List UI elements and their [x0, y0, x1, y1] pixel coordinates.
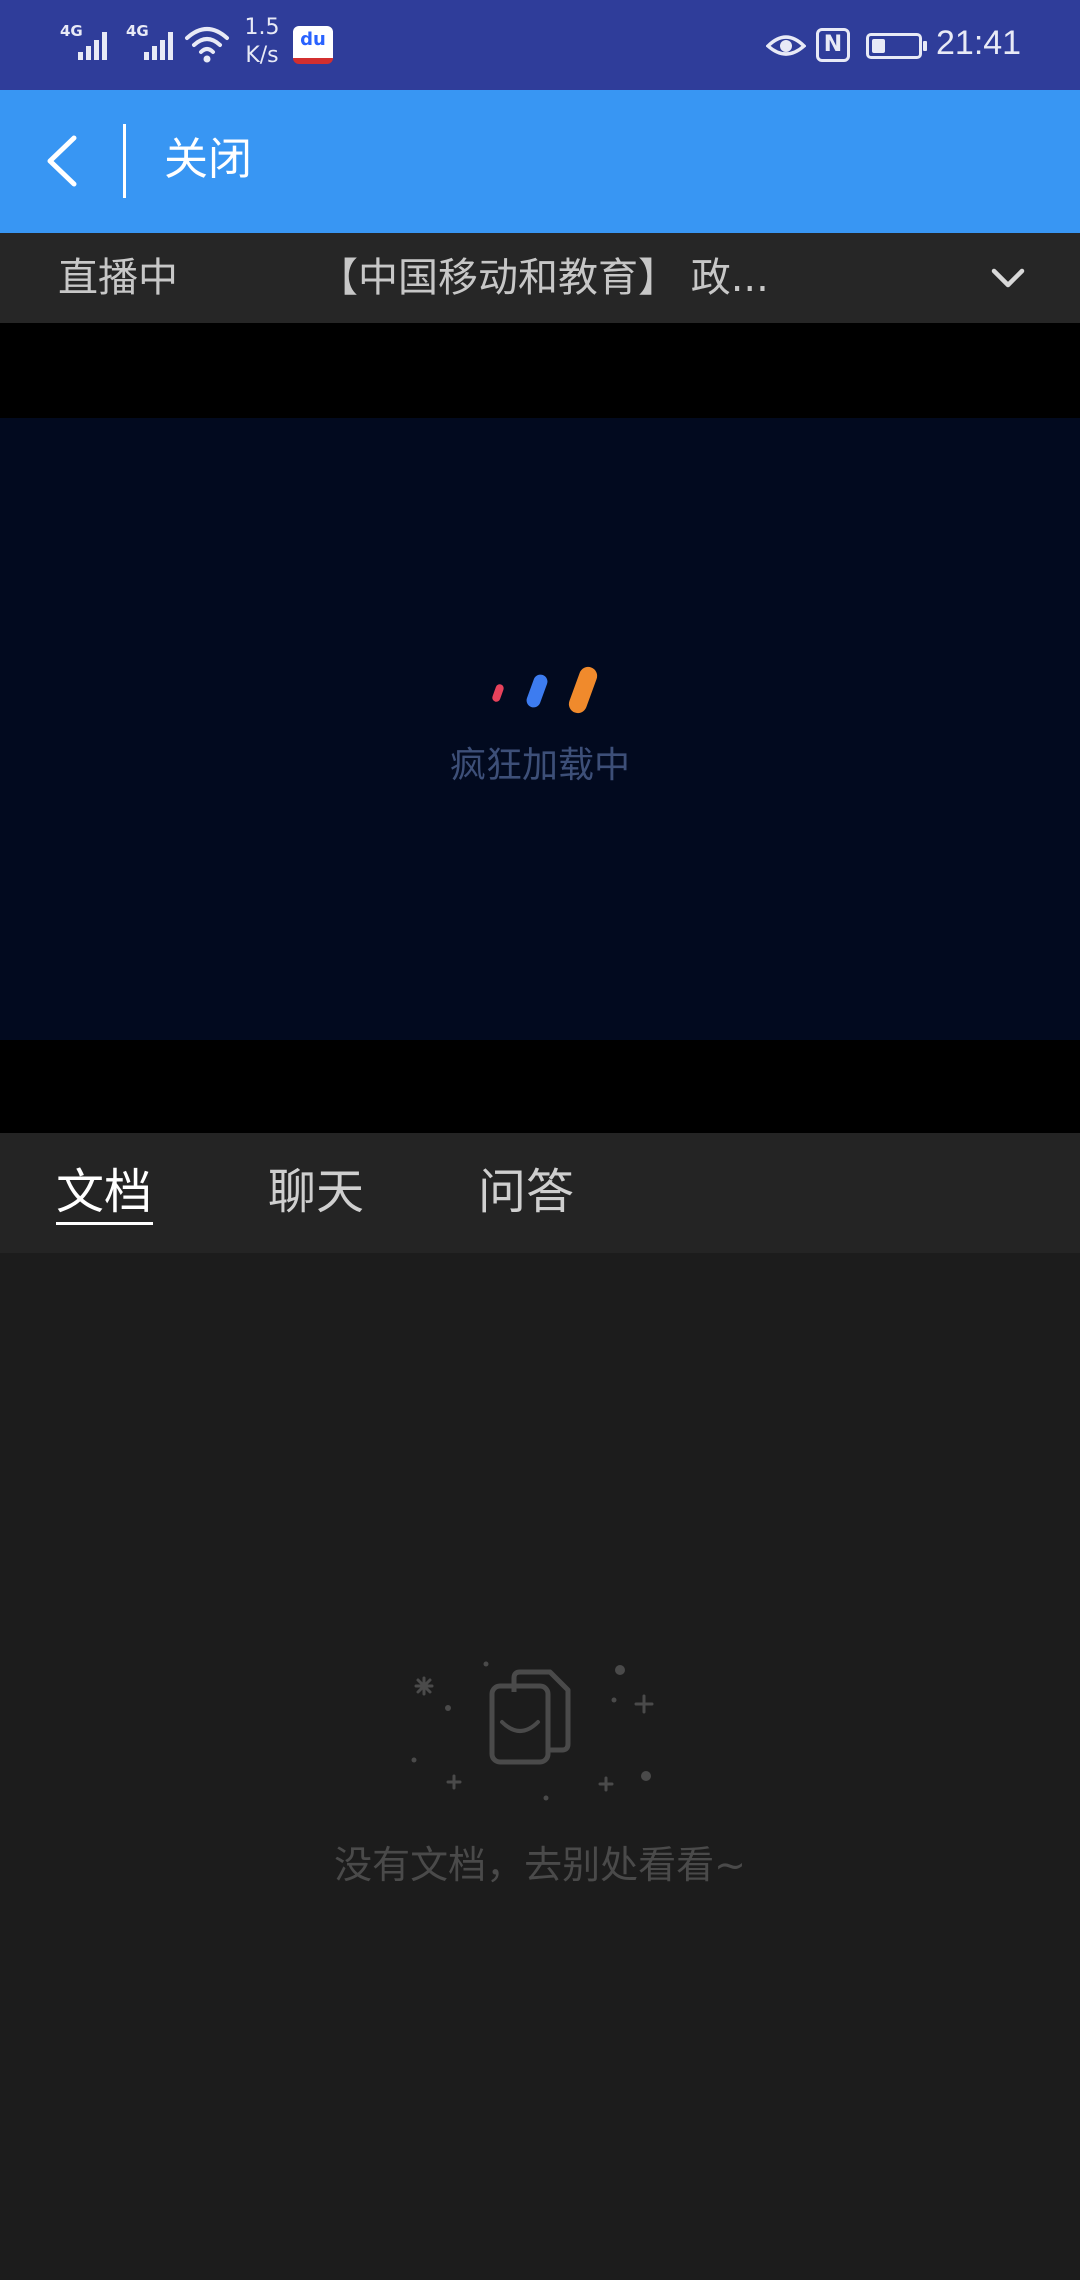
wifi-icon [185, 27, 229, 63]
nfc-icon: N [816, 28, 850, 62]
tab-qa[interactable]: 问答 [478, 1161, 574, 1223]
video-player[interactable] [0, 323, 1080, 1133]
top-nav-bar: 关闭 [0, 90, 1080, 233]
loading-spinner-icon [492, 666, 598, 714]
live-title[interactable]: 【中国移动和教育】 政... [318, 253, 788, 303]
status-time: 21:41 [936, 24, 1022, 62]
signal-icon [144, 28, 178, 60]
status-bar: 4G 4G 1.5 K/s du N 21:41 [0, 0, 1080, 90]
signal-icon [78, 28, 112, 60]
tab-bar: 文档 聊天 问答 [0, 1133, 1080, 1253]
live-status-label: 直播中 [58, 255, 178, 301]
chevron-down-icon[interactable] [988, 258, 1028, 298]
eye-icon [766, 35, 806, 56]
baidu-app-icon: du [293, 26, 333, 64]
loading-text: 疯狂加载中 [449, 745, 630, 786]
battery-icon [866, 33, 927, 59]
tab-chat[interactable]: 聊天 [268, 1161, 364, 1223]
empty-state-message: 没有文档，去别处看看~ [334, 1843, 746, 1887]
close-button[interactable]: 关闭 [164, 132, 252, 188]
live-info-bar: 直播中 【中国移动和教育】 政... [0, 233, 1080, 323]
back-button[interactable] [30, 126, 100, 196]
network-speed: 1.5 K/s [244, 15, 280, 68]
empty-documents-icon [411, 1661, 654, 1801]
active-tab-indicator [56, 1222, 153, 1225]
nav-divider [123, 124, 126, 198]
tab-documents[interactable]: 文档 [56, 1161, 152, 1223]
video-area[interactable] [0, 418, 1080, 1040]
battery-level [872, 39, 885, 53]
